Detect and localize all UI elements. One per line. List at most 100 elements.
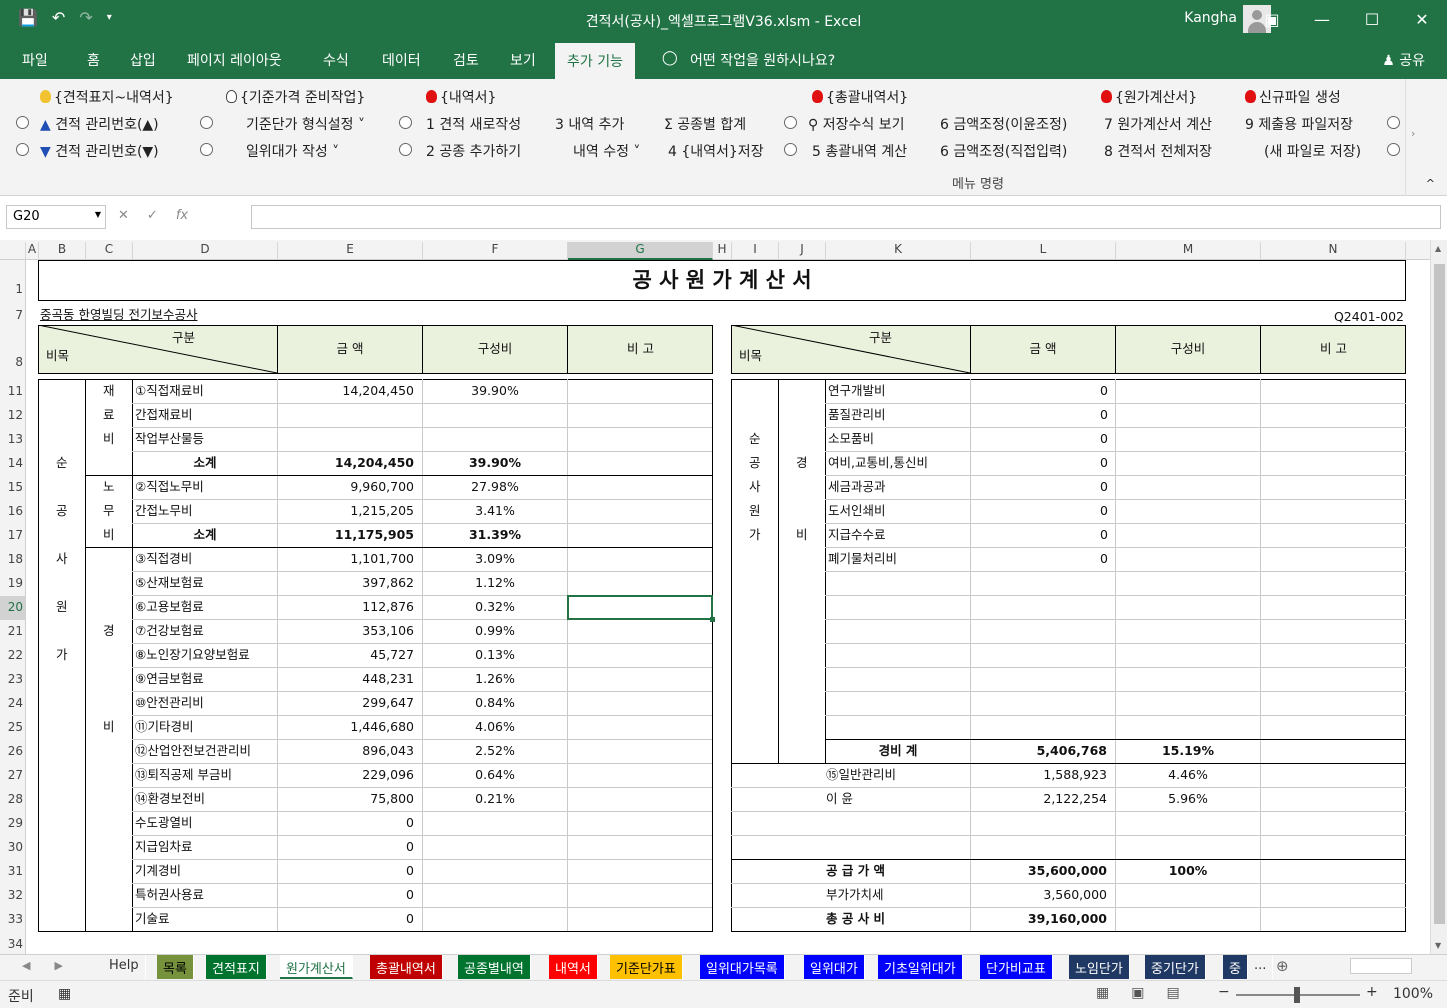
- row-header[interactable]: 14: [0, 456, 26, 470]
- sheet-tab[interactable]: 일위대가: [804, 955, 865, 979]
- column-header[interactable]: M: [1116, 242, 1261, 260]
- horizontal-scrollbar[interactable]: [1350, 958, 1412, 974]
- sheet-tab[interactable]: Help: [103, 955, 146, 979]
- column-header[interactable]: E: [278, 242, 423, 260]
- adjust-profit-button[interactable]: 6 금액조정(이윤조정): [940, 114, 1067, 134]
- normal-view-icon[interactable]: ▦: [1096, 985, 1109, 1001]
- radio-icon[interactable]: [1387, 143, 1400, 156]
- next-sheet-icon[interactable]: ▶: [54, 959, 62, 972]
- unit-cost-create-button[interactable]: 일위대가 작성 ˅: [246, 141, 339, 161]
- fill-handle[interactable]: [710, 617, 715, 622]
- share-button[interactable]: ♟ 공유: [1382, 50, 1425, 70]
- column-header[interactable]: J: [779, 242, 826, 260]
- row-header[interactable]: 32: [0, 888, 26, 902]
- tab-page-layout[interactable]: 페이지 레이아웃: [187, 50, 282, 70]
- sheet-tab[interactable]: 단가비교표: [980, 955, 1053, 979]
- adjust-direct-button[interactable]: 6 금액조정(직접입력): [940, 141, 1067, 161]
- radio-icon[interactable]: [16, 143, 29, 156]
- calc-summary-button[interactable]: 5 총괄내역 계산: [812, 141, 907, 161]
- radio-icon[interactable]: [399, 143, 412, 156]
- sheet-tab[interactable]: 총괄내역서: [370, 955, 443, 979]
- row-header[interactable]: 30: [0, 840, 26, 854]
- base-price-format-button[interactable]: 기준단가 형식설정 ˅: [246, 114, 365, 134]
- view-formula-button[interactable]: ⚲ 저장수식 보기: [808, 114, 904, 134]
- sheet-tab[interactable]: 중: [1223, 955, 1248, 979]
- row-header[interactable]: 31: [0, 864, 26, 878]
- row-header[interactable]: 23: [0, 672, 26, 686]
- scroll-thumb[interactable]: [1434, 264, 1445, 924]
- add-trade-button[interactable]: 2 공종 추가하기: [426, 141, 521, 161]
- page-break-view-icon[interactable]: ▤: [1166, 985, 1179, 1001]
- sheet-tab[interactable]: 목록: [157, 955, 194, 979]
- insert-function-icon[interactable]: fx: [176, 208, 188, 223]
- ribbon-scroll[interactable]: ›: [1405, 79, 1447, 196]
- row-header[interactable]: 18: [0, 552, 26, 566]
- row-header[interactable]: 27: [0, 768, 26, 782]
- tell-me-search[interactable]: 어떤 작업을 원하시나요?: [690, 50, 835, 70]
- add-item-button[interactable]: 3 내역 추가: [555, 114, 624, 134]
- tab-add-ins[interactable]: 추가 기능: [555, 43, 635, 79]
- row-header[interactable]: 26: [0, 744, 26, 758]
- estimate-number-up-button[interactable]: ▲ 견적 관리번호(▲): [40, 114, 159, 134]
- radio-icon[interactable]: [200, 116, 213, 129]
- submit-save-button[interactable]: 9 제출용 파일저장: [1245, 114, 1353, 134]
- column-header[interactable]: D: [133, 242, 278, 260]
- row-header[interactable]: 1: [0, 282, 26, 296]
- sheet-tab[interactable]: 원가계산서: [280, 955, 353, 979]
- save-as-new-button[interactable]: (새 파일로 저장): [1264, 141, 1361, 161]
- new-sheet-icon[interactable]: ⊕: [1276, 957, 1289, 975]
- minimize-button[interactable]: —: [1297, 0, 1347, 38]
- sheet-tab[interactable]: 일위대가목록: [700, 955, 785, 979]
- row-header[interactable]: 8: [0, 355, 26, 369]
- row-header[interactable]: 7: [0, 308, 26, 322]
- sheet-tab[interactable]: 기준단가표: [610, 955, 683, 979]
- row-header[interactable]: 20: [0, 596, 26, 620]
- user-name[interactable]: Kangha: [1184, 10, 1237, 26]
- radio-icon[interactable]: [399, 116, 412, 129]
- sheet-tab[interactable]: 견적표지: [206, 955, 267, 979]
- close-button[interactable]: ✕: [1397, 0, 1447, 38]
- tab-file[interactable]: 파일: [22, 50, 48, 70]
- column-header[interactable]: B: [39, 242, 86, 260]
- estimate-number-down-button[interactable]: ▼ 견적 관리번호(▼): [40, 141, 159, 161]
- column-header[interactable]: G: [568, 242, 713, 260]
- column-header[interactable]: C: [86, 242, 133, 260]
- row-header[interactable]: 29: [0, 816, 26, 830]
- zoom-slider-knob[interactable]: [1294, 987, 1300, 1003]
- column-header[interactable]: N: [1261, 242, 1406, 260]
- column-header[interactable]: L: [971, 242, 1116, 260]
- radio-icon[interactable]: [784, 143, 797, 156]
- more-tabs-icon[interactable]: ...: [1248, 955, 1274, 979]
- sheet-tab[interactable]: 중기단가: [1145, 955, 1206, 979]
- select-all-corner[interactable]: [0, 242, 26, 260]
- tab-home[interactable]: 홈: [87, 50, 100, 70]
- column-header[interactable]: K: [826, 242, 971, 260]
- macro-record-icon[interactable]: ▦: [58, 986, 71, 1002]
- page-layout-view-icon[interactable]: ▣: [1131, 985, 1144, 1001]
- row-header[interactable]: 34: [0, 937, 26, 951]
- row-header[interactable]: 11: [0, 384, 26, 398]
- prev-sheet-icon[interactable]: ◀: [22, 959, 30, 972]
- row-header[interactable]: 33: [0, 912, 26, 926]
- selected-cell[interactable]: [567, 595, 713, 620]
- tab-review[interactable]: 검토: [453, 50, 479, 70]
- row-header[interactable]: 19: [0, 576, 26, 590]
- sheet-tab[interactable]: 기초일위대가: [878, 955, 963, 979]
- vertical-scrollbar[interactable]: ▲ ▼: [1430, 240, 1447, 954]
- name-box[interactable]: G20 ▼: [6, 205, 106, 229]
- save-all-button[interactable]: 8 견적서 전체저장: [1104, 141, 1212, 161]
- tab-view[interactable]: 보기: [510, 50, 536, 70]
- row-header[interactable]: 15: [0, 480, 26, 494]
- row-header[interactable]: 28: [0, 792, 26, 806]
- new-estimate-button[interactable]: 1 견적 새로작성: [426, 114, 521, 134]
- sheet-tab[interactable]: 공종별내역: [458, 955, 531, 979]
- zoom-in-icon[interactable]: +: [1366, 984, 1378, 1000]
- row-header[interactable]: 24: [0, 696, 26, 710]
- sum-by-trade-button[interactable]: Σ 공종별 합계: [664, 114, 746, 134]
- formula-input[interactable]: [251, 205, 1441, 229]
- zoom-level[interactable]: 100%: [1393, 986, 1433, 1002]
- worksheet[interactable]: 공 사 원 가 계 산 서 중곡동 한영빌딩 전기보수공사 Q2401-002 …: [26, 260, 1430, 954]
- radio-icon[interactable]: [1387, 116, 1400, 129]
- column-header[interactable]: I: [732, 242, 779, 260]
- radio-icon[interactable]: [200, 143, 213, 156]
